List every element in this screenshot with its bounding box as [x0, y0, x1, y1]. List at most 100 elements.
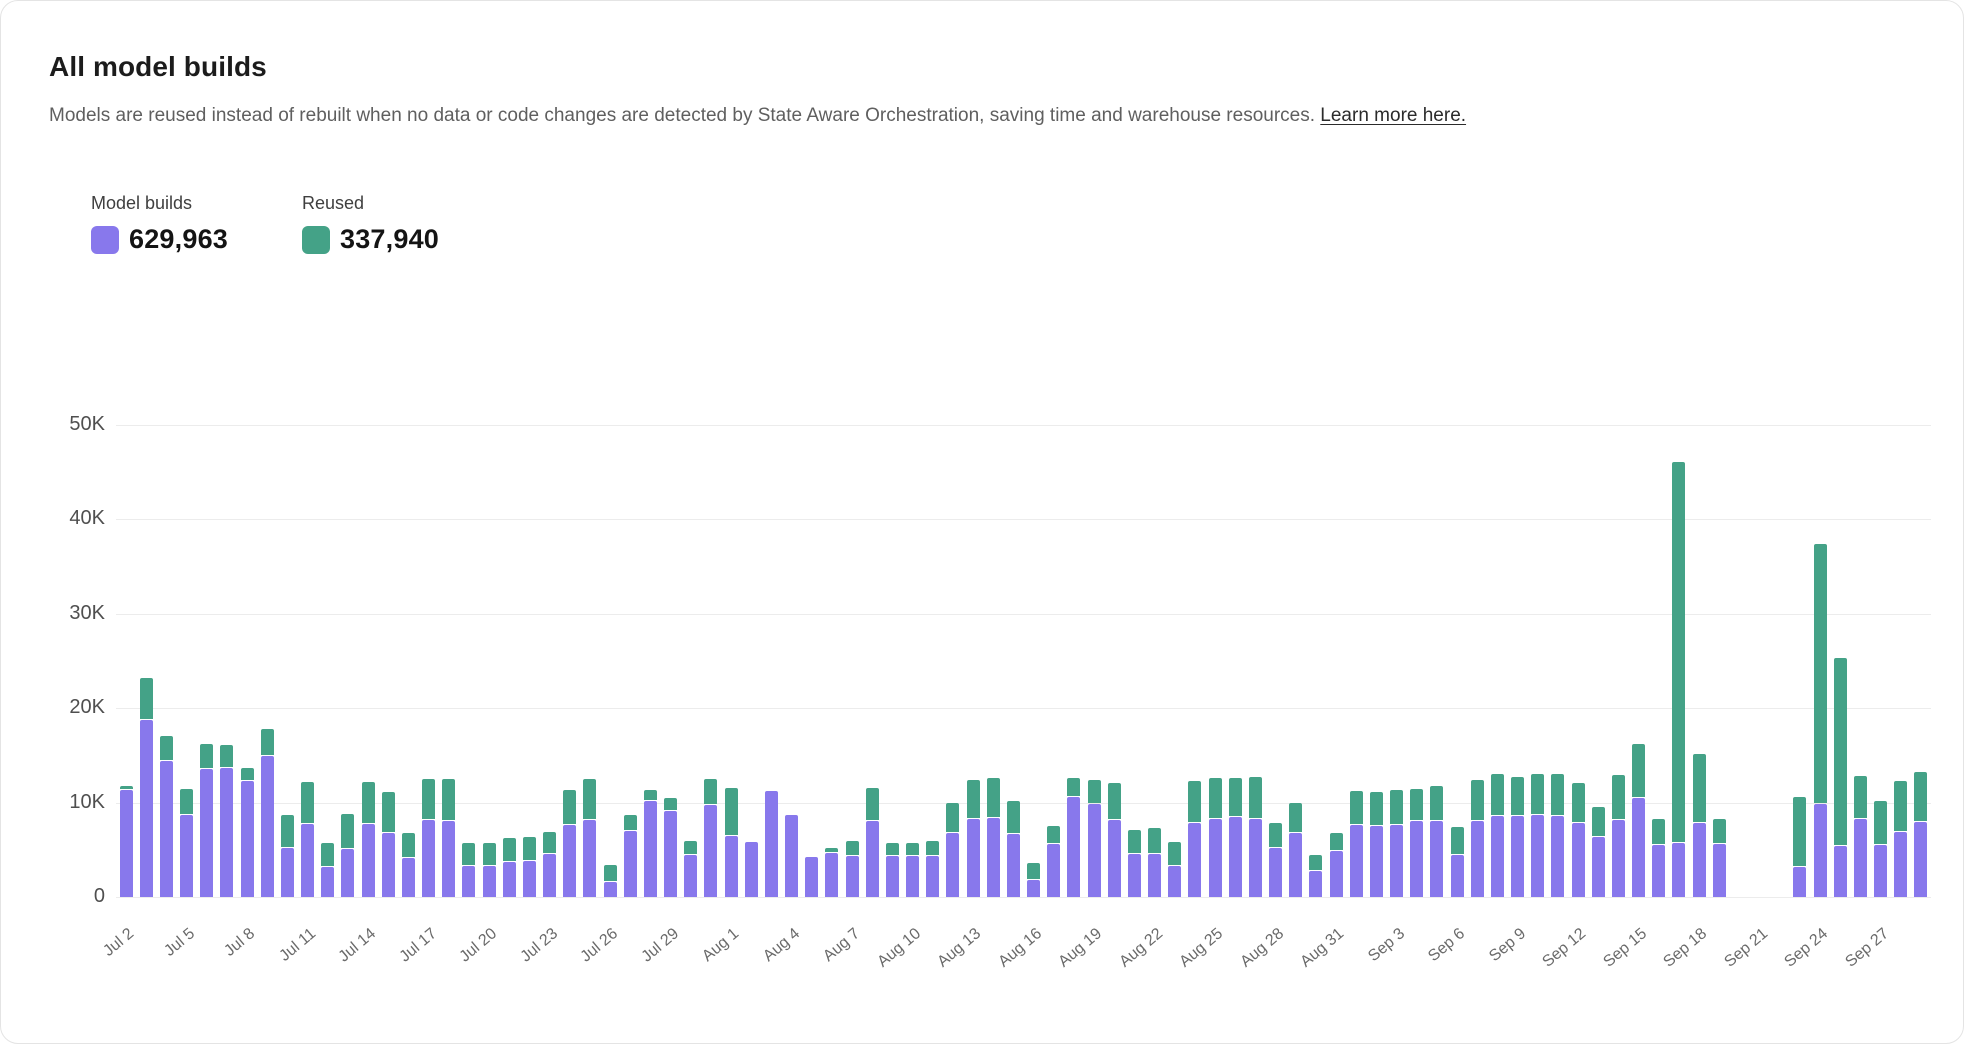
bar-model-builds-jul-7[interactable] — [220, 768, 233, 897]
bar-model-builds-jul-20[interactable] — [483, 866, 496, 897]
bar-model-builds-aug-21[interactable] — [1128, 854, 1141, 897]
bar-model-builds-jul-4[interactable] — [160, 761, 173, 897]
bar-model-builds-jul-10[interactable] — [281, 848, 294, 897]
bar-model-builds-jul-25[interactable] — [583, 820, 596, 897]
bar-reused-aug-28[interactable] — [1269, 823, 1282, 847]
bar-model-builds-sep-9[interactable] — [1511, 816, 1524, 897]
bar-model-builds-jul-13[interactable] — [341, 849, 354, 897]
bar-reused-jul-29[interactable] — [664, 798, 677, 810]
bar-model-builds-aug-22[interactable] — [1148, 854, 1161, 897]
bar-reused-jul-8[interactable] — [241, 768, 254, 780]
bar-reused-jul-16[interactable] — [402, 833, 415, 858]
bar-model-builds-aug-12[interactable] — [946, 833, 959, 897]
bar-model-builds-jul-18[interactable] — [442, 821, 455, 897]
bar-model-builds-aug-4[interactable] — [785, 815, 798, 897]
bar-reused-jul-13[interactable] — [341, 814, 354, 848]
bar-model-builds-aug-15[interactable] — [1007, 834, 1020, 897]
bar-reused-sep-14[interactable] — [1612, 775, 1625, 818]
bar-model-builds-jul-27[interactable] — [624, 831, 637, 897]
bar-reused-jul-9[interactable] — [261, 729, 274, 755]
bar-reused-aug-25[interactable] — [1209, 778, 1222, 818]
bar-model-builds-sep-25[interactable] — [1834, 846, 1847, 897]
bar-model-builds-sep-10[interactable] — [1531, 815, 1544, 897]
bar-reused-jul-22[interactable] — [523, 837, 536, 860]
bar-model-builds-jul-23[interactable] — [543, 854, 556, 897]
bar-reused-jul-2[interactable] — [120, 786, 133, 789]
bar-reused-sep-10[interactable] — [1531, 774, 1544, 814]
bar-reused-sep-24[interactable] — [1814, 544, 1827, 804]
bar-reused-aug-9[interactable] — [886, 843, 899, 855]
bar-model-builds-aug-19[interactable] — [1088, 804, 1101, 897]
bar-model-builds-aug-29[interactable] — [1289, 833, 1302, 897]
bar-model-builds-aug-30[interactable] — [1309, 871, 1322, 897]
bar-model-builds-sep-12[interactable] — [1572, 823, 1585, 897]
bar-reused-sep-2[interactable] — [1370, 792, 1383, 825]
bar-model-builds-jul-30[interactable] — [684, 855, 697, 897]
bar-model-builds-jul-22[interactable] — [523, 861, 536, 897]
bar-reused-sep-4[interactable] — [1410, 789, 1423, 820]
bar-model-builds-sep-7[interactable] — [1471, 821, 1484, 897]
bar-reused-sep-1[interactable] — [1350, 791, 1363, 824]
bar-model-builds-jul-21[interactable] — [503, 862, 516, 897]
bar-model-builds-aug-6[interactable] — [825, 853, 838, 897]
bar-reused-aug-20[interactable] — [1108, 783, 1121, 819]
bar-reused-jul-18[interactable] — [442, 779, 455, 821]
bar-reused-jul-12[interactable] — [321, 843, 334, 866]
bar-model-builds-aug-20[interactable] — [1108, 820, 1121, 897]
bar-reused-jul-25[interactable] — [583, 779, 596, 819]
bar-model-builds-jul-3[interactable] — [140, 720, 153, 897]
bar-model-builds-sep-11[interactable] — [1551, 816, 1564, 897]
bar-reused-jul-27[interactable] — [624, 815, 637, 830]
bar-reused-sep-19[interactable] — [1713, 819, 1726, 844]
bar-reused-jul-20[interactable] — [483, 843, 496, 865]
bar-reused-sep-18[interactable] — [1693, 754, 1706, 822]
bar-reused-aug-23[interactable] — [1168, 842, 1181, 865]
bar-reused-aug-11[interactable] — [926, 841, 939, 855]
bar-model-builds-aug-25[interactable] — [1209, 819, 1222, 897]
bar-reused-sep-28[interactable] — [1894, 781, 1907, 831]
bar-reused-jul-21[interactable] — [503, 838, 516, 861]
bar-reused-sep-11[interactable] — [1551, 774, 1564, 815]
bar-reused-aug-13[interactable] — [967, 780, 980, 818]
bar-reused-jul-26[interactable] — [604, 865, 617, 881]
bar-reused-aug-19[interactable] — [1088, 780, 1101, 804]
bar-model-builds-aug-14[interactable] — [987, 818, 1000, 897]
bar-reused-aug-8[interactable] — [866, 788, 879, 820]
bar-model-builds-sep-29[interactable] — [1914, 822, 1927, 897]
bar-model-builds-sep-27[interactable] — [1874, 845, 1887, 897]
bar-model-builds-aug-24[interactable] — [1188, 823, 1201, 897]
bar-model-builds-jul-15[interactable] — [382, 833, 395, 897]
bar-model-builds-sep-26[interactable] — [1854, 819, 1867, 897]
bar-model-builds-aug-5[interactable] — [805, 857, 818, 897]
bar-model-builds-sep-23[interactable] — [1793, 867, 1806, 897]
bar-model-builds-sep-2[interactable] — [1370, 826, 1383, 897]
bar-reused-sep-15[interactable] — [1632, 744, 1645, 797]
bar-model-builds-aug-11[interactable] — [926, 856, 939, 897]
bar-reused-aug-21[interactable] — [1128, 830, 1141, 853]
bar-reused-sep-27[interactable] — [1874, 801, 1887, 844]
bar-reused-jul-6[interactable] — [200, 744, 213, 768]
bar-reused-jul-3[interactable] — [140, 678, 153, 720]
bar-model-builds-sep-6[interactable] — [1451, 855, 1464, 897]
bar-model-builds-sep-24[interactable] — [1814, 804, 1827, 897]
bar-reused-sep-17[interactable] — [1672, 462, 1685, 842]
bar-model-builds-aug-8[interactable] — [866, 821, 879, 897]
bar-model-builds-aug-28[interactable] — [1269, 848, 1282, 897]
bar-model-builds-sep-17[interactable] — [1672, 843, 1685, 897]
bar-model-builds-aug-3[interactable] — [765, 791, 778, 897]
bar-model-builds-aug-17[interactable] — [1047, 844, 1060, 897]
bar-reused-sep-12[interactable] — [1572, 783, 1585, 823]
bar-model-builds-sep-4[interactable] — [1410, 821, 1423, 897]
bar-model-builds-jul-17[interactable] — [422, 820, 435, 897]
bar-reused-sep-13[interactable] — [1592, 807, 1605, 835]
bar-reused-jul-24[interactable] — [563, 790, 576, 824]
bar-model-builds-aug-27[interactable] — [1249, 819, 1262, 897]
bar-reused-sep-26[interactable] — [1854, 776, 1867, 818]
bar-reused-aug-12[interactable] — [946, 803, 959, 832]
bar-model-builds-sep-28[interactable] — [1894, 832, 1907, 897]
bar-model-builds-jul-8[interactable] — [241, 781, 254, 897]
bar-model-builds-aug-16[interactable] — [1027, 880, 1040, 897]
bar-model-builds-aug-18[interactable] — [1067, 797, 1080, 897]
bar-reused-jul-7[interactable] — [220, 745, 233, 767]
bar-model-builds-aug-7[interactable] — [846, 856, 859, 897]
